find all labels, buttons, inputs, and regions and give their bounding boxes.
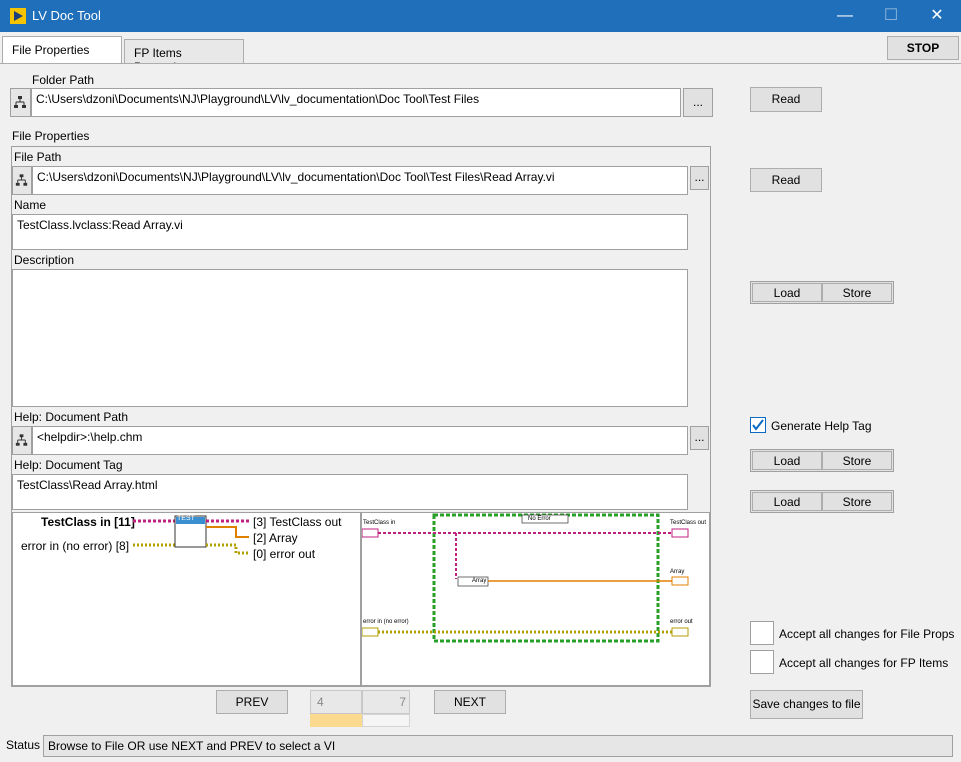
help-tag-store-button[interactable]: Store bbox=[822, 492, 892, 511]
close-button[interactable]: ✕ bbox=[914, 0, 960, 32]
block-diagram-wiring bbox=[362, 513, 689, 643]
accept-fp-items-checkbox[interactable] bbox=[750, 650, 774, 674]
block-diagram-image: TestClass in TestClass out Array error i… bbox=[361, 512, 710, 686]
description-label: Description bbox=[14, 253, 75, 267]
progress-track bbox=[362, 714, 410, 727]
subvi-wiring-icon bbox=[133, 515, 249, 555]
save-changes-button[interactable]: Save changes to file bbox=[750, 690, 863, 719]
bd-label-testclass-out: TestClass out bbox=[670, 520, 707, 526]
output-label-error-out: [0] error out bbox=[253, 547, 316, 561]
description-load-store-group: Load Store bbox=[750, 281, 894, 304]
file-browse-icon[interactable] bbox=[12, 166, 32, 195]
bd-label-array-out: Array bbox=[670, 569, 685, 575]
status-text: Browse to File OR use NEXT and PREV to s… bbox=[43, 735, 953, 757]
generate-help-tag-checkbox[interactable] bbox=[750, 417, 766, 433]
help-path-store-button[interactable]: Store bbox=[822, 451, 892, 470]
name-field[interactable]: TestClass.lvclass:Read Array.vi bbox=[12, 214, 688, 250]
maximize-button[interactable]: ☐ bbox=[868, 0, 914, 32]
stop-button[interactable]: STOP bbox=[887, 36, 959, 60]
check-icon bbox=[752, 419, 764, 431]
file-path-label: File Path bbox=[14, 150, 62, 164]
name-label: Name bbox=[14, 198, 47, 212]
bd-label-error-in: error in (no error) bbox=[363, 619, 409, 625]
help-path-load-button[interactable]: Load bbox=[752, 451, 822, 470]
tree-icon bbox=[15, 434, 28, 446]
labview-app-icon bbox=[10, 8, 26, 24]
help-browse-icon[interactable] bbox=[12, 426, 32, 455]
tree-icon bbox=[15, 174, 28, 186]
file-browse-button[interactable]: ... bbox=[690, 166, 709, 190]
file-properties-label: File Properties bbox=[12, 129, 90, 143]
tab-fp-items-properties[interactable]: FP Items Properties bbox=[124, 39, 244, 74]
help-tag-field[interactable]: TestClass\Read Array.html bbox=[12, 474, 688, 510]
next-button[interactable]: NEXT bbox=[434, 690, 506, 714]
status-label: Status bbox=[6, 738, 41, 752]
folder-browse-icon[interactable] bbox=[10, 88, 31, 117]
accept-fp-items-label: Accept all changes for FP Items bbox=[779, 656, 949, 670]
accept-file-props-checkbox[interactable] bbox=[750, 621, 774, 645]
bd-property-node-label: Array bbox=[472, 578, 487, 584]
generate-help-tag-label: Generate Help Tag bbox=[771, 419, 872, 433]
bd-case-selector-label: No Error bbox=[528, 516, 551, 522]
accept-file-props-label: Accept all changes for File Props bbox=[779, 627, 955, 641]
tree-icon bbox=[14, 96, 26, 108]
help-tag-load-button[interactable]: Load bbox=[752, 492, 822, 511]
file-path-input[interactable]: C:\Users\dzoni\Documents\NJ\Playground\L… bbox=[32, 166, 688, 195]
tab-label: File Properties bbox=[12, 43, 90, 57]
help-tag-label: Help: Document Tag bbox=[14, 458, 123, 472]
bd-label-testclass-in: TestClass in bbox=[363, 520, 396, 526]
input-label-error-in: error in (no error) [8] bbox=[21, 539, 130, 553]
folder-path-label: Folder Path bbox=[32, 73, 95, 87]
tab-file-properties[interactable]: File Properties bbox=[2, 36, 122, 63]
input-label-testclass-in: TestClass in [11] bbox=[41, 515, 135, 529]
output-label-array: [2] Array bbox=[253, 531, 298, 545]
description-load-button[interactable]: Load bbox=[752, 283, 822, 302]
status-bar: Status Browse to File OR use NEXT and PR… bbox=[0, 732, 961, 762]
folder-browse-button[interactable]: ... bbox=[683, 88, 713, 117]
help-browse-button[interactable]: ... bbox=[690, 426, 709, 450]
connector-pane-image: TestClass in [11] error in (no error) [8… bbox=[12, 512, 361, 686]
progress-fill bbox=[310, 714, 362, 727]
help-tag-load-store-group: Load Store bbox=[750, 490, 894, 513]
total-count-field: 7 bbox=[362, 690, 410, 714]
help-path-label: Help: Document Path bbox=[14, 410, 129, 424]
folder-path-input[interactable]: C:\Users\dzoni\Documents\NJ\Playground\L… bbox=[31, 88, 681, 117]
current-index-field[interactable]: 4 bbox=[310, 690, 362, 714]
output-label-testclass-out: [3] TestClass out bbox=[253, 515, 342, 529]
description-field[interactable] bbox=[12, 269, 688, 407]
help-path-load-store-group: Load Store bbox=[750, 449, 894, 472]
title-bar: LV Doc Tool — ☐ ✕ bbox=[0, 0, 961, 32]
file-read-button[interactable]: Read bbox=[750, 168, 822, 192]
description-store-button[interactable]: Store bbox=[822, 283, 892, 302]
window-title: LV Doc Tool bbox=[32, 8, 101, 23]
bd-label-error-out: error out bbox=[670, 619, 693, 625]
minimize-button[interactable]: — bbox=[822, 0, 868, 32]
help-path-input[interactable]: <helpdir>:\help.chm bbox=[32, 426, 688, 455]
prev-button[interactable]: PREV bbox=[216, 690, 288, 714]
folder-read-button[interactable]: Read bbox=[750, 87, 822, 112]
subvi-icon-text: TEST bbox=[177, 515, 195, 522]
